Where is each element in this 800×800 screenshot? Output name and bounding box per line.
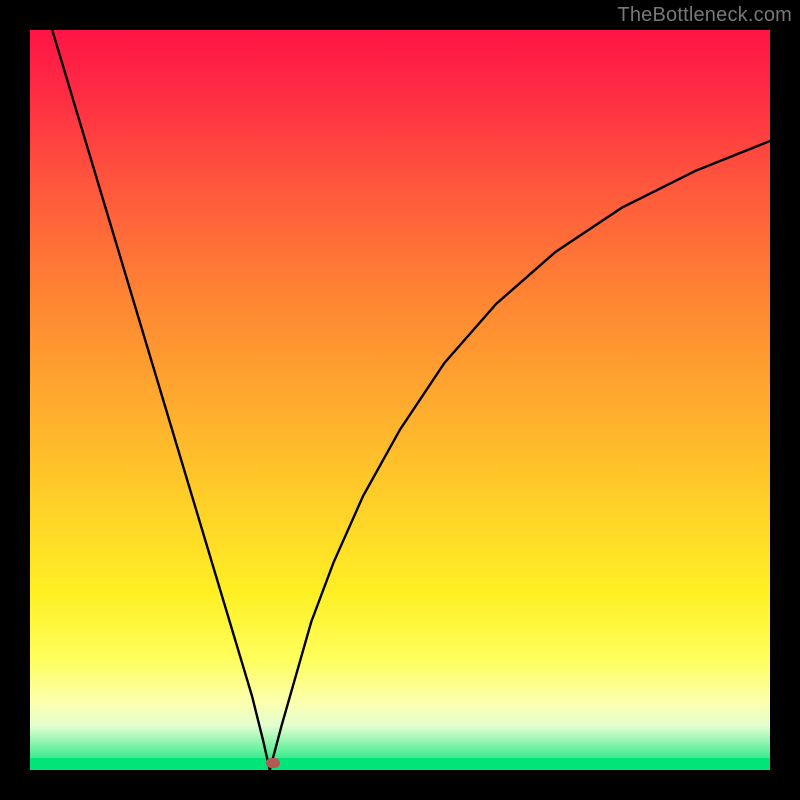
current-config-marker: [266, 758, 280, 768]
chart-frame: TheBottleneck.com: [0, 0, 800, 800]
plot-area: [30, 30, 770, 770]
watermark-text: TheBottleneck.com: [617, 4, 792, 27]
bottleneck-curve: [30, 30, 770, 770]
